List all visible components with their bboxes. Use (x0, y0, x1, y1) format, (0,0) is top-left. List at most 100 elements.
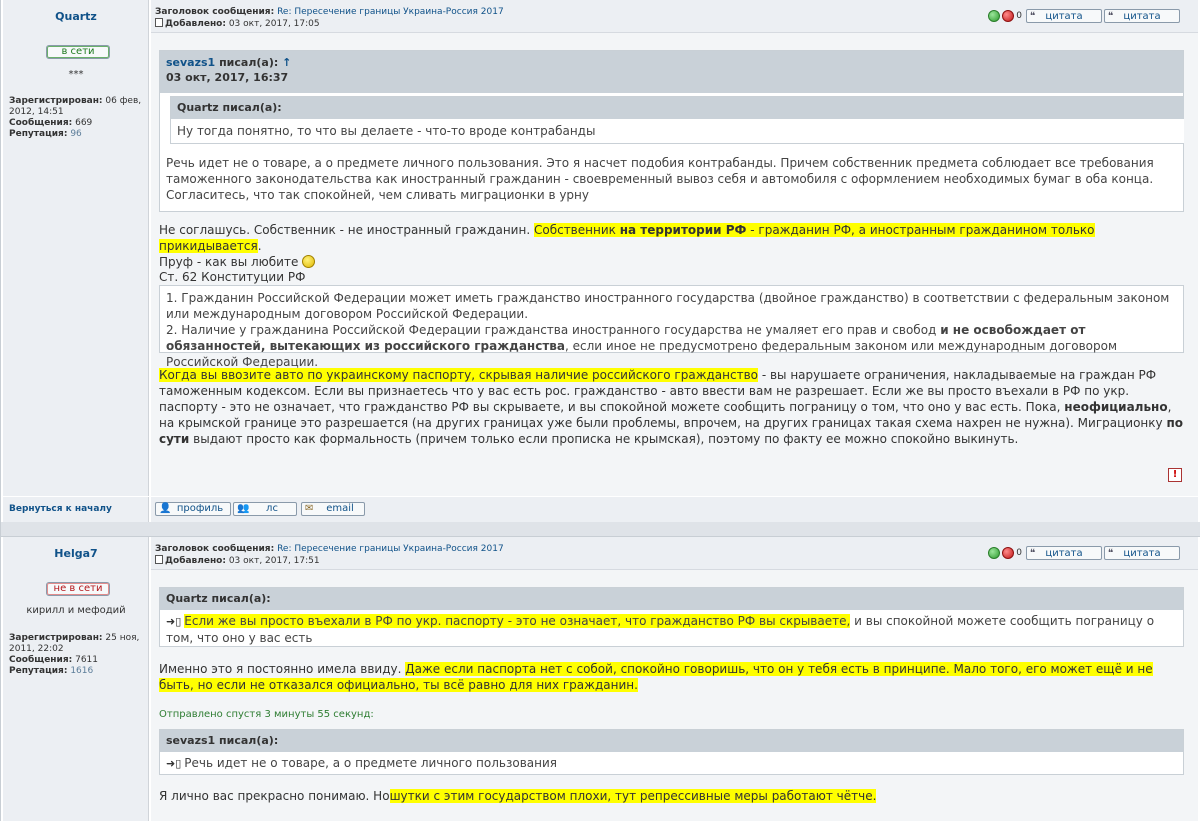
profile-button-label: профиль (176, 503, 224, 514)
text-span: 2. Наличие у гражданина Российской Федер… (166, 323, 937, 337)
quote-author-link[interactable]: sevazs1 (166, 56, 215, 69)
constitution-item-1: 1. Гражданин Российской Федерации может … (166, 291, 1170, 321)
inner-quote-text: Ну тогда понятно, то что вы делаете - чт… (177, 124, 596, 138)
subject-link[interactable]: Re: Пересечение границы Украина-Россия 2… (277, 7, 504, 17)
reputation-label: Репутация: (9, 129, 68, 139)
text-span: . (257, 239, 262, 253)
multiquote-icon: ❝ (1108, 11, 1114, 22)
added-label: Добавлено: (165, 19, 226, 29)
highlighted-text: шутки с этим государством плохи, тут реп… (389, 789, 877, 803)
post2-paragraph-1: Именно это я постоянно имела ввиду. Даже… (159, 661, 1184, 693)
constitution-text: 1. Гражданин Российской Федерации может … (160, 286, 1183, 370)
quote-arrow-icon[interactable]: ➜▯ (166, 757, 181, 770)
registered-label: Зарегистрирован: (9, 96, 103, 106)
highlighted-text: Когда вы ввозите авто по украинскому пас… (159, 368, 758, 382)
outer-quote-header: sevazs1 писал(а): ↑ 03 окт, 2017, 16:37 (160, 51, 1183, 93)
multiquote-button[interactable]: ❝ цитата (1104, 9, 1180, 23)
multiquote-button-label: цитата (1123, 547, 1161, 559)
constitution-quote: 1. Гражданин Российской Федерации может … (159, 285, 1184, 369)
profile-icon: 👤 (159, 503, 172, 514)
post2-toolbar: 0 ❝ цитата ❝ цитата (988, 546, 1180, 560)
email-button-label: email (326, 503, 354, 514)
quote-wrote: писал(а): (219, 56, 279, 69)
post1-author-panel: Quartz в сети *** Зарегистрирован: 06 фе… (3, 0, 149, 496)
inner-quote-header: Quartz писал(а): (171, 97, 1184, 119)
post2-date: Добавлено: 03 окт, 2017, 17:51 (155, 555, 320, 566)
constitution-item-2: 2. Наличие у гражданина Российской Федер… (166, 322, 1177, 370)
quote-icon: ❝ (1030, 548, 1036, 559)
email-icon: ✉ (305, 503, 314, 514)
reputation-value[interactable]: 96 (70, 129, 81, 139)
post1-date: Добавлено: 03 окт, 2017, 17:05 (155, 18, 320, 29)
article-title: Ст. 62 Конституции РФ (159, 270, 306, 284)
post1-outer-quote: sevazs1 писал(а): ↑ 03 окт, 2017, 16:37 … (159, 50, 1184, 212)
jump-to-quote-icon[interactable]: ↑ (282, 56, 291, 69)
bold-text: на территории РФ (619, 223, 747, 237)
text-span: Не соглашусь. Собственник - не иностранн… (159, 223, 531, 237)
post1-inner-quote: Quartz писал(а): Ну тогда понятно, то чт… (170, 96, 1184, 144)
forum-topic-view: Quartz в сети *** Зарегистрирован: 06 фе… (0, 0, 1200, 821)
quote-button[interactable]: ❝ цитата (1026, 546, 1102, 560)
post2-paragraph-2: Я лично вас прекрасно понимаю. Ношутки с… (159, 788, 1184, 804)
text-span: Речь идет не о товаре, а о предмете личн… (184, 756, 557, 770)
report-icon[interactable]: ! (1168, 468, 1182, 482)
vote-down-icon[interactable] (1002, 10, 1015, 22)
posts-value: 669 (75, 118, 93, 128)
outer-quote-text: Речь идет не о товаре, а о предмете личн… (166, 156, 1154, 202)
email-button[interactable]: ✉ email (301, 502, 365, 516)
posts-value: 7611 (75, 655, 98, 665)
text-span: Пруф - как вы любите (159, 255, 299, 269)
post2-author-rank: кирилл и мефодий (26, 605, 126, 616)
text-span: Именно это я постоянно имела ввиду. (159, 662, 402, 676)
quote-2-header: sevazs1 писал(а): (160, 730, 1183, 752)
post-icon[interactable] (155, 18, 163, 27)
quote-arrow-icon[interactable]: ➜▯ (166, 615, 181, 628)
quote-1-text: ➜▯ Если же вы просто въехали в РФ по укр.… (160, 610, 1183, 646)
reputation-value[interactable]: 1616 (70, 666, 93, 676)
quote-icon: ❝ (1030, 11, 1036, 22)
vote-up-icon[interactable] (988, 547, 1001, 559)
post1-author-rank: *** (68, 69, 84, 80)
post1-footer-buttons: 👤 профиль 👥 лс ✉ email (151, 497, 1198, 522)
multiquote-icon: ❝ (1108, 548, 1114, 559)
post1-online-status: в сети (46, 45, 110, 59)
post-icon[interactable] (155, 555, 163, 564)
subject-link[interactable]: Re: Пересечение границы Украина-Россия 2… (277, 544, 504, 554)
vote-up-icon[interactable] (988, 10, 1001, 22)
post2-online-status: не в сети (46, 582, 110, 596)
pm-icon: 👥 (237, 503, 250, 514)
posts-label: Сообщения: (9, 655, 73, 665)
post1-body: sevazs1 писал(а): ↑ 03 окт, 2017, 16:37 … (151, 33, 1198, 496)
post2-author-name[interactable]: Helga7 (3, 547, 149, 560)
registered-label: Зарегистрирован: (9, 633, 103, 643)
post-separator (1, 522, 1200, 536)
quote-2-text: ➜▯ Речь идет не о товаре, а о предмете ли… (160, 752, 1183, 772)
added-label: Добавлено: (165, 556, 226, 566)
vote-down-icon[interactable] (1002, 547, 1015, 559)
bold-text: неофициально (1064, 400, 1168, 414)
post1-paragraph-1: Не соглашусь. Собственник - не иностранн… (159, 222, 1184, 270)
post1-toolbar: 0 ❝ цитата ❝ цитата (988, 9, 1180, 23)
back-to-top-link[interactable]: Вернуться к началу (9, 504, 112, 514)
text-span: выдают просто как формальность (причем т… (193, 432, 1019, 446)
post1-author-name[interactable]: Quartz (3, 10, 149, 23)
text-span: Я лично вас прекрасно понимаю. Но (159, 789, 390, 803)
quote-button[interactable]: ❝ цитата (1026, 9, 1102, 23)
post1-header: Заголовок сообщения: Re: Пересечение гра… (151, 0, 1198, 33)
added-value: 03 окт, 2017, 17:51 (228, 556, 320, 566)
post2-author-panel: Helga7 не в сети кирилл и мефодий Зареги… (3, 537, 149, 821)
post2-author-details: Зарегистрирован: 25 ноя, 2011, 22:02 Соо… (9, 633, 149, 677)
post2-subject: Заголовок сообщения: Re: Пересечение гра… (155, 544, 504, 554)
post2-header: Заголовок сообщения: Re: Пересечение гра… (151, 537, 1198, 570)
quote-date: 03 окт, 2017, 16:37 (166, 71, 289, 84)
smiley-icon (302, 255, 316, 268)
profile-button[interactable]: 👤 профиль (155, 502, 231, 516)
reputation-label: Репутация: (9, 666, 68, 676)
pm-button[interactable]: 👥 лс (233, 502, 297, 516)
post2-quote-2: sevazs1 писал(а): ➜▯ Речь идет не о товар… (159, 729, 1184, 775)
pm-button-label: лс (266, 503, 278, 514)
quote-button-label: цитата (1045, 10, 1083, 22)
post2-body: Quartz писал(а): ➜▯ Если же вы просто въе… (151, 570, 1198, 821)
multiquote-button[interactable]: ❝ цитата (1104, 546, 1180, 560)
post2-quote-1: Quartz писал(а): ➜▯ Если же вы просто въе… (159, 587, 1184, 647)
